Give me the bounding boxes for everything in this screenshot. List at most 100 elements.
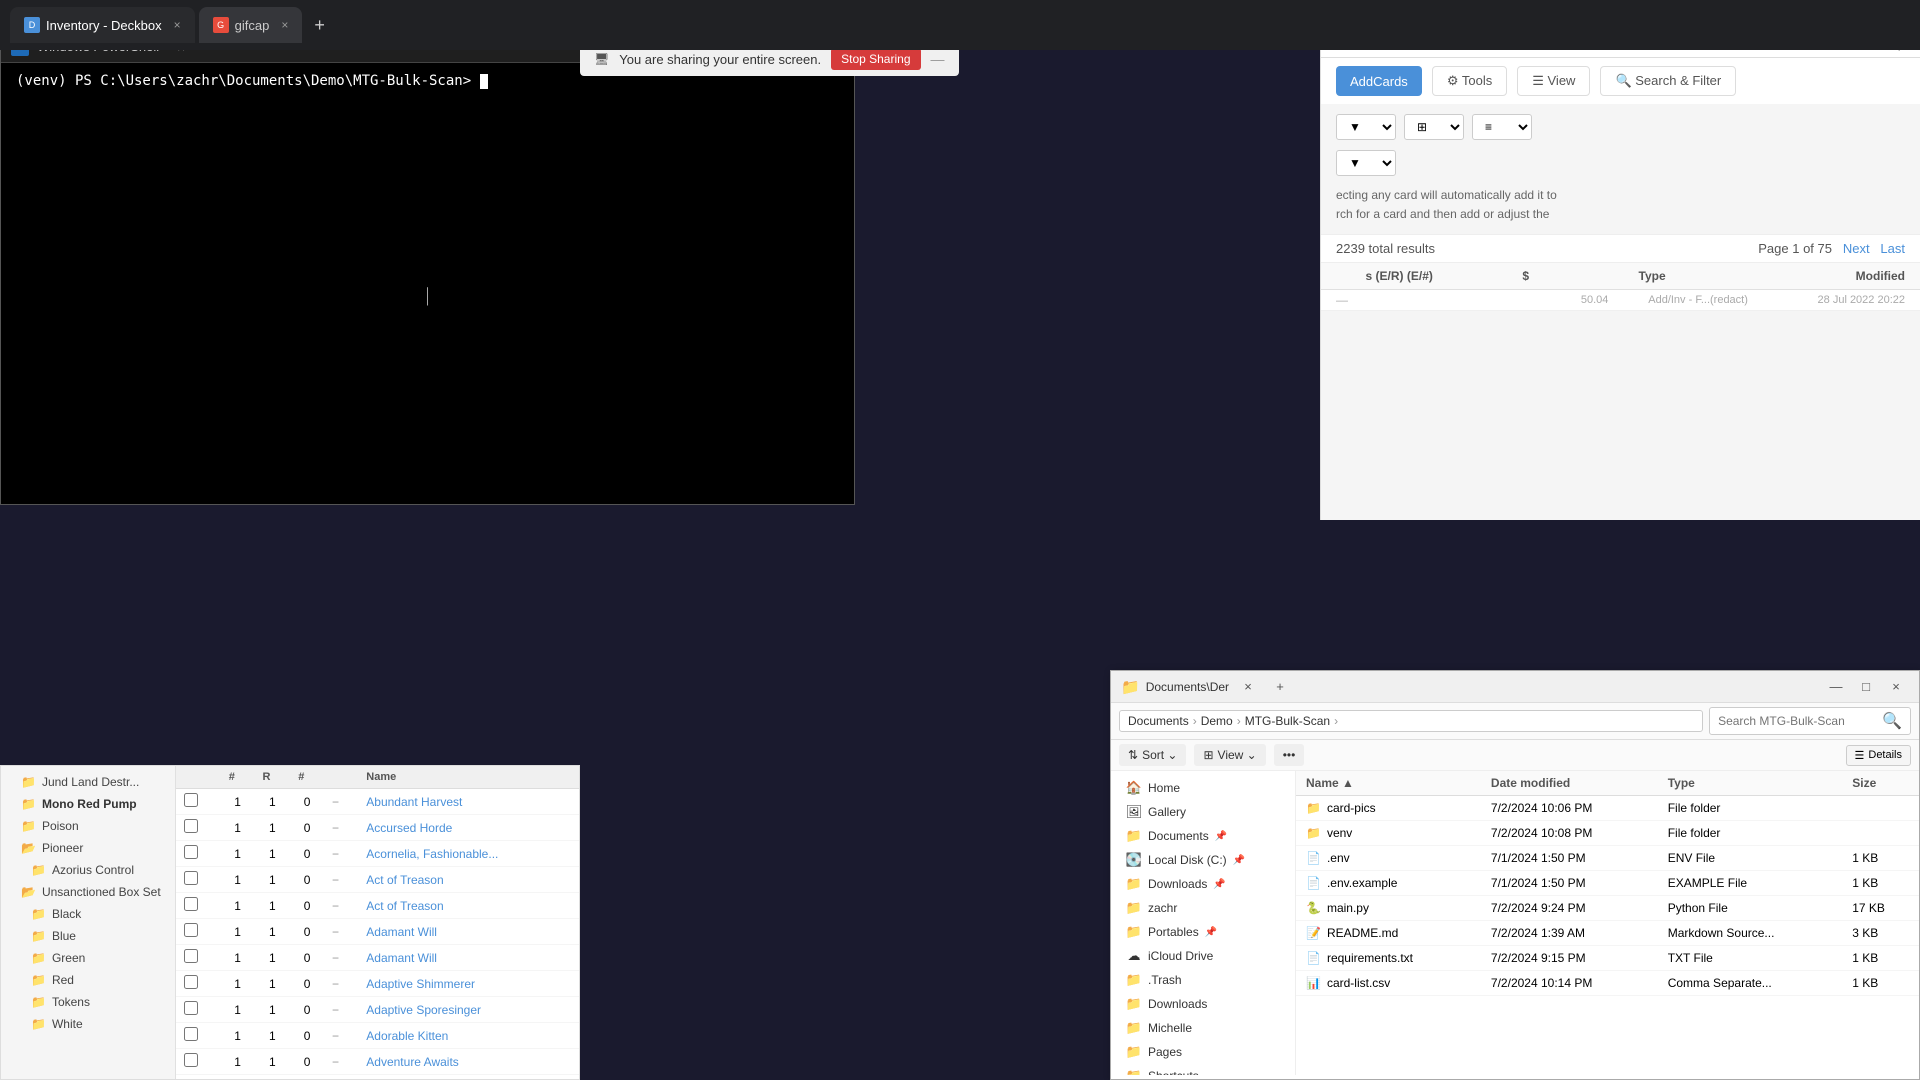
inv-table-row[interactable]: 1 1 0 − Adorable Kitten bbox=[176, 1023, 579, 1049]
inv-cell-minus[interactable]: − bbox=[324, 1049, 358, 1075]
fe-search-input[interactable] bbox=[1718, 714, 1878, 728]
new-tab-button[interactable]: + bbox=[306, 15, 333, 36]
sidebar-azorius[interactable]: 📁 Azorius Control bbox=[1, 859, 175, 881]
inv-table-row[interactable]: 1 1 0 − Adamant Will bbox=[176, 945, 579, 971]
inv-card-link[interactable]: Act of Treason bbox=[366, 899, 443, 913]
inv-table-row[interactable]: 1 1 0 − Adaptive Shimmerer bbox=[176, 971, 579, 997]
fe-minimize-btn[interactable]: — bbox=[1823, 676, 1849, 698]
view-button[interactable]: ☰ View bbox=[1517, 66, 1590, 96]
inv-cell-name[interactable]: Adaptive Sporesinger bbox=[358, 997, 579, 1023]
fe-file-row[interactable]: 📁 venv 7/2/2024 10:08 PM File folder bbox=[1296, 821, 1919, 846]
th-fe-date[interactable]: Date modified bbox=[1481, 771, 1658, 796]
inv-card-link[interactable]: Adamant Will bbox=[366, 925, 437, 939]
inv-cell-name[interactable]: Adventure Awaits bbox=[358, 1049, 579, 1075]
inv-cell-name[interactable]: Act of Treason bbox=[358, 893, 579, 919]
fe-file-row[interactable]: 📄 .env 7/1/2024 1:50 PM ENV File 1 KB bbox=[1296, 846, 1919, 871]
stop-sharing-button[interactable]: Stop Sharing bbox=[831, 48, 920, 70]
fe-more-btn[interactable]: ••• bbox=[1274, 744, 1305, 766]
filter-select-1[interactable]: ▼ bbox=[1336, 114, 1396, 140]
search-filter-button[interactable]: 🔍 Search & Filter bbox=[1600, 66, 1736, 96]
last-link[interactable]: Last bbox=[1880, 241, 1905, 256]
fe-sidebar-documents[interactable]: 📁 Documents 📌 bbox=[1111, 824, 1295, 848]
inv-cell-minus[interactable]: − bbox=[324, 789, 358, 815]
fe-file-row[interactable]: 📄 .env.example 7/1/2024 1:50 PM EXAMPLE … bbox=[1296, 871, 1919, 896]
inv-cell-minus[interactable]: − bbox=[324, 1075, 358, 1080]
fe-file-row[interactable]: 📄 requirements.txt 7/2/2024 9:15 PM TXT … bbox=[1296, 946, 1919, 971]
sidebar-black[interactable]: 📁 Black bbox=[1, 903, 175, 925]
sidebar-pioneer[interactable]: 📂 Pioneer bbox=[1, 837, 175, 859]
inv-cell-minus[interactable]: − bbox=[324, 841, 358, 867]
inv-table-row[interactable]: 1 1 0 − Act of Treason bbox=[176, 867, 579, 893]
fe-sidebar-icloud-drive[interactable]: ☁ iCloud Drive bbox=[1111, 944, 1295, 968]
inv-table-row[interactable]: 1 1 0 − Act of Treason bbox=[176, 893, 579, 919]
fe-sidebar-portables[interactable]: 📁 Portables 📌 bbox=[1111, 920, 1295, 944]
inv-cell-minus[interactable]: − bbox=[324, 971, 358, 997]
inv-cell-checkbox[interactable] bbox=[176, 1075, 221, 1080]
inv-table-row[interactable]: 1 1 0 − Adamant Will bbox=[176, 919, 579, 945]
ps-terminal-area[interactable]: | bbox=[1, 99, 854, 492]
inv-card-link[interactable]: Abundant Harvest bbox=[366, 795, 462, 809]
inv-card-link[interactable]: Adventure Awaits bbox=[366, 1055, 459, 1069]
fe-view-btn[interactable]: ⊞ View ⌄ bbox=[1194, 744, 1265, 766]
inv-cell-minus[interactable]: − bbox=[324, 1023, 358, 1049]
sidebar-tokens[interactable]: 📁 Tokens bbox=[1, 991, 175, 1013]
inv-cell-checkbox[interactable] bbox=[176, 789, 221, 815]
inv-table-row[interactable]: 1 1 0 − Adventure Awaits bbox=[176, 1049, 579, 1075]
inv-table-row[interactable]: 1 1 0 − Adaptive Sporesinger bbox=[176, 997, 579, 1023]
fe-sidebar-downloads[interactable]: 📁 Downloads 📌 bbox=[1111, 872, 1295, 896]
inv-cell-checkbox[interactable] bbox=[176, 971, 221, 997]
inv-cell-checkbox[interactable] bbox=[176, 997, 221, 1023]
tools-button[interactable]: ⚙ Tools bbox=[1432, 66, 1507, 96]
sidebar-red[interactable]: 📁 Red bbox=[1, 969, 175, 991]
inv-cell-checkbox[interactable] bbox=[176, 841, 221, 867]
inv-card-link[interactable]: Acornelia, Fashionable... bbox=[366, 847, 498, 861]
th-fe-size[interactable]: Size bbox=[1842, 771, 1919, 796]
inv-table-row[interactable]: 1 1 0 − Acornelia, Fashionable... bbox=[176, 841, 579, 867]
inv-cell-minus[interactable]: − bbox=[324, 815, 358, 841]
inv-cell-minus[interactable]: − bbox=[324, 919, 358, 945]
inv-cell-name[interactable]: Adorable Kitten bbox=[358, 1023, 579, 1049]
sidebar-white[interactable]: 📁 White bbox=[1, 1013, 175, 1035]
fe-search-box[interactable]: 🔍 bbox=[1709, 707, 1911, 735]
inv-table-row[interactable]: 1 1 0 − Accursed Horde bbox=[176, 815, 579, 841]
fe-sidebar-local-disk[interactable]: 💽 Local Disk (C:) 📌 bbox=[1111, 848, 1295, 872]
inv-table-row[interactable]: 1 1 0 − Abundant Harvest bbox=[176, 789, 579, 815]
th-fe-name[interactable]: Name ▲ bbox=[1296, 771, 1481, 796]
fe-sort-btn[interactable]: ⇅ Sort ⌄ bbox=[1119, 744, 1186, 766]
fe-new-tab[interactable]: + bbox=[1267, 676, 1293, 698]
tab-gifcap-close[interactable]: × bbox=[281, 18, 288, 32]
fe-details-btn[interactable]: ☰ Details bbox=[1846, 745, 1912, 766]
share-minimize[interactable]: — bbox=[931, 51, 945, 67]
inv-cell-checkbox[interactable] bbox=[176, 1049, 221, 1075]
inv-card-link[interactable]: Act of Treason bbox=[366, 873, 443, 887]
fe-maximize-btn[interactable]: □ bbox=[1853, 676, 1879, 698]
tab-deckbox[interactable]: D Inventory - Deckbox × bbox=[10, 7, 195, 43]
fe-file-row[interactable]: 📁 card-pics 7/2/2024 10:06 PM File folde… bbox=[1296, 796, 1919, 821]
filter-select-3[interactable]: ≡ bbox=[1472, 114, 1532, 140]
tab-deckbox-close[interactable]: × bbox=[174, 18, 181, 32]
fe-file-row[interactable]: 🐍 main.py 7/2/2024 9:24 PM Python File 1… bbox=[1296, 896, 1919, 921]
fe-sidebar-pages[interactable]: 📁 Pages bbox=[1111, 1040, 1295, 1064]
inv-cell-name[interactable]: Adamant Will bbox=[358, 919, 579, 945]
inv-cell-checkbox[interactable] bbox=[176, 1023, 221, 1049]
inv-card-link[interactable]: Adaptive Sporesinger bbox=[366, 1003, 481, 1017]
inv-cell-minus[interactable]: − bbox=[324, 945, 358, 971]
fe-sidebar-home[interactable]: 🏠 Home bbox=[1111, 776, 1295, 800]
fe-file-row[interactable]: 📊 card-list.csv 7/2/2024 10:14 PM Comma … bbox=[1296, 971, 1919, 996]
inv-card-link[interactable]: Adaptive Shimmerer bbox=[366, 977, 475, 991]
fe-sidebar-shortcuts[interactable]: 📁 Shortcuts bbox=[1111, 1064, 1295, 1075]
inv-cell-name[interactable]: Abundant Harvest bbox=[358, 789, 579, 815]
fe-file-row[interactable]: 📝 README.md 7/2/2024 1:39 AM Markdown So… bbox=[1296, 921, 1919, 946]
fe-close-btn[interactable]: × bbox=[1883, 676, 1909, 698]
inv-cell-name[interactable]: Adamant Will bbox=[358, 945, 579, 971]
sidebar-poison[interactable]: 📁 Poison bbox=[1, 815, 175, 837]
sidebar-mono-red[interactable]: 📁 Mono Red Pump bbox=[1, 793, 175, 815]
filter-select-4[interactable]: ▼ bbox=[1336, 150, 1396, 176]
fe-sidebar-gallery[interactable]: 🖼 Gallery bbox=[1111, 800, 1295, 824]
sidebar-unsanctioned[interactable]: 📂 Unsanctioned Box Set bbox=[1, 881, 175, 903]
fe-sidebar-zachr[interactable]: 📁 zachr bbox=[1111, 896, 1295, 920]
inv-cell-minus[interactable]: − bbox=[324, 867, 358, 893]
inv-table-row[interactable]: 2 2 0 − Adventurous Impulse bbox=[176, 1075, 579, 1080]
inv-cell-checkbox[interactable] bbox=[176, 867, 221, 893]
next-link[interactable]: Next bbox=[1843, 241, 1870, 256]
